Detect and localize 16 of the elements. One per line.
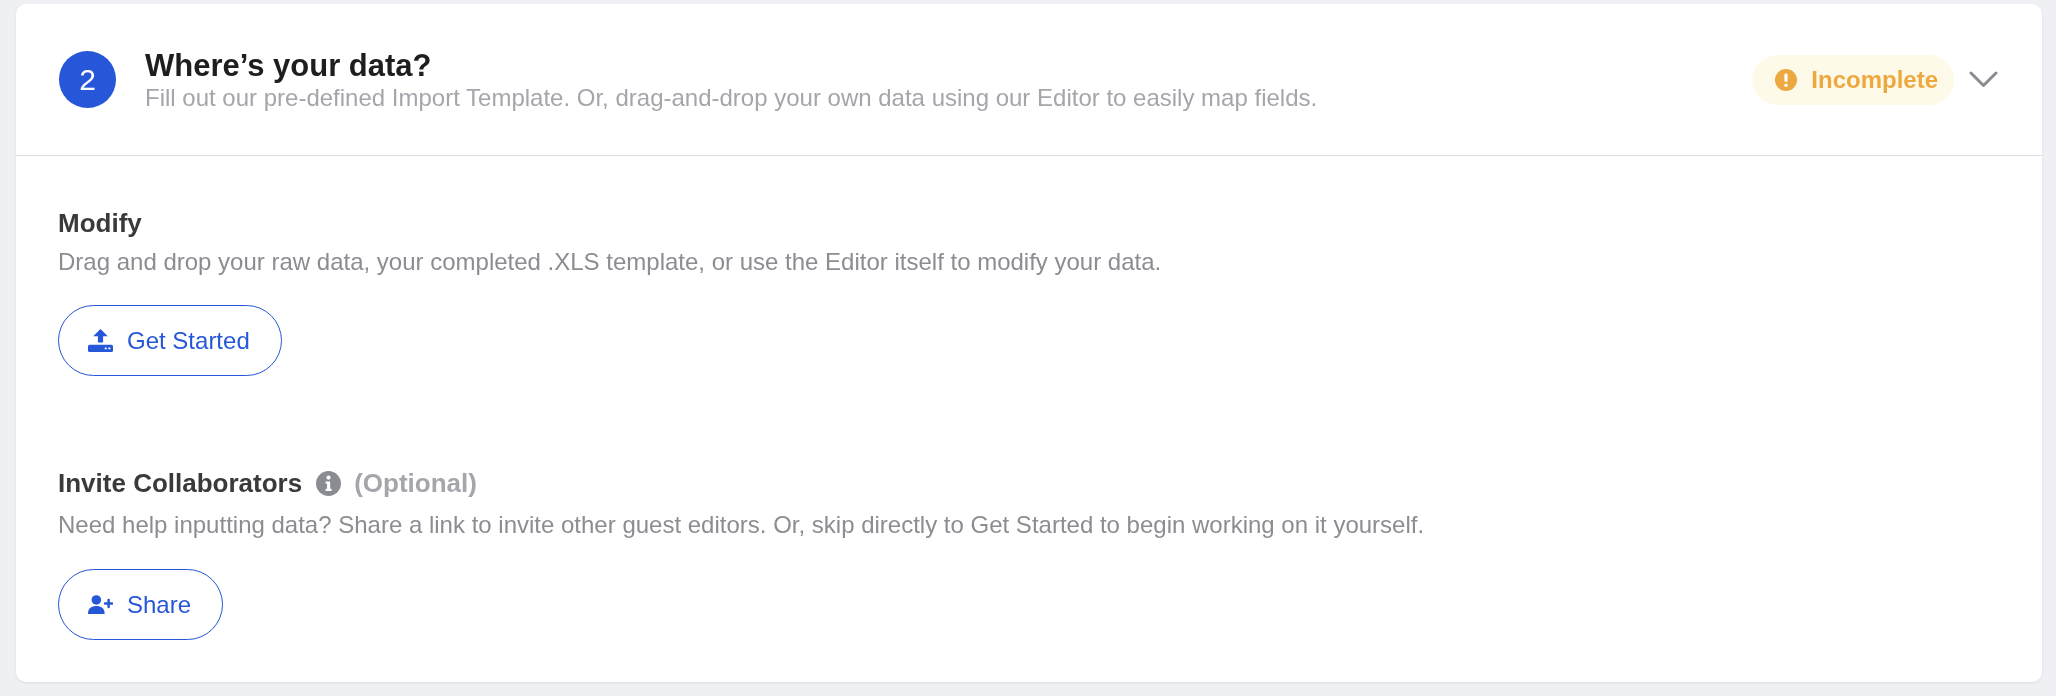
get-started-button[interactable]: Get Started	[58, 305, 282, 376]
add-user-icon	[88, 595, 113, 614]
upload-icon	[88, 329, 113, 352]
section-title: Invite Collaborators	[58, 467, 303, 499]
section-description: Drag and drop your raw data, your completed .XLS template, or use the Editor itself to modify your data.	[58, 247, 1163, 277]
section-title: Modify	[58, 207, 142, 239]
info-icon	[316, 470, 342, 496]
share-button[interactable]: Share	[58, 569, 224, 640]
status-label: Incomplete	[1811, 64, 1938, 95]
step-number: 2	[59, 51, 116, 108]
chevron-down-icon[interactable]	[1969, 71, 1998, 88]
exclamation-icon	[1775, 68, 1798, 91]
step-subtitle: Fill out our pre-defined Import Template. Or, drag-and-drop your own data using our Editor to easily map fields.	[145, 83, 1318, 112]
optional-note: (Optional)	[354, 467, 477, 499]
step-title: Where’s your data?	[145, 47, 433, 84]
section-description: Need help inputting data? Share a link to invite other guest editors. Or, skip directly to Get Started to begin working on it yourself.	[58, 510, 1426, 540]
